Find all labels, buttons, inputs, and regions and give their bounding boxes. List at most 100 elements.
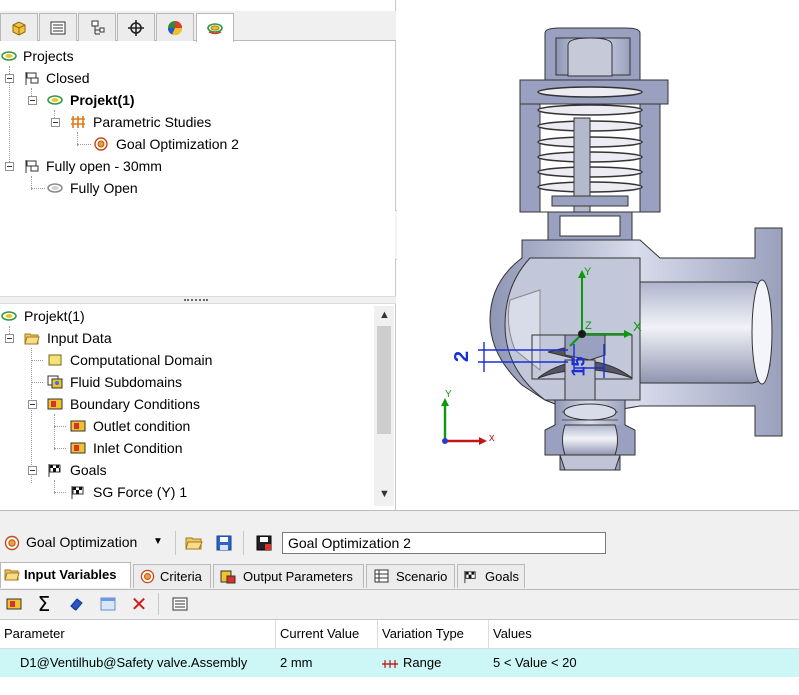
column-header-values[interactable]: Values	[489, 620, 799, 648]
panel-tab-strip	[0, 11, 396, 42]
tab-output-parameters[interactable]: Output Parameters	[213, 564, 364, 588]
tree-scrollbar[interactable]: ▲ ▼	[374, 306, 394, 506]
collapse-toggle[interactable]	[5, 74, 14, 83]
open-folder-icon	[4, 569, 20, 581]
table-row[interactable]: D1@Ventilhub@Safety valve.Assembly 2 mm …	[0, 649, 799, 677]
save-icon	[216, 535, 232, 551]
tree-item-goals[interactable]: Goals	[0, 459, 370, 481]
column-header-current-value[interactable]: Current Value	[276, 620, 378, 648]
tab-label: Scenario	[396, 569, 448, 584]
study-type-dropdown[interactable]: Goal Optimization ▼	[2, 532, 170, 554]
cell-variation-type[interactable]: Range	[403, 650, 441, 676]
boundary-condition-icon	[47, 398, 63, 410]
collapse-toggle[interactable]	[28, 96, 37, 105]
tree-item-input-data[interactable]: Input Data	[0, 327, 370, 349]
target-icon	[94, 137, 108, 151]
configuration-flag-icon	[25, 160, 39, 173]
tab-label: Criteria	[160, 569, 202, 584]
tree-item-projekt1-root[interactable]: Projekt(1)	[0, 305, 370, 327]
tree-item-fully-open[interactable]: Fully Open	[0, 177, 380, 199]
study-name-input[interactable]: Goal Optimization 2	[282, 532, 606, 554]
edit-button[interactable]	[66, 594, 86, 614]
tab-property-manager[interactable]	[39, 13, 77, 41]
sum-button[interactable]: Σ	[34, 594, 54, 614]
save-button[interactable]	[214, 533, 234, 553]
config-tree-icon	[91, 20, 105, 34]
delete-button[interactable]: ✕	[129, 594, 149, 614]
collapse-toggle[interactable]	[28, 466, 37, 475]
collapse-toggle[interactable]	[28, 400, 37, 409]
tree-item-outlet-condition[interactable]: Outlet condition	[0, 415, 370, 437]
safety-valve-section-view	[441, 27, 783, 471]
tab-label: Goals	[485, 569, 519, 584]
tree-item-projects[interactable]: Projects	[0, 45, 380, 67]
tab-input-variables[interactable]: Input Variables	[0, 562, 131, 588]
fluid-subdomain-icon	[47, 375, 63, 389]
dimension-value-d1[interactable]: 2	[451, 351, 474, 362]
columns-button[interactable]	[170, 594, 190, 614]
tree-label: SG Force (Y) 1	[93, 484, 188, 500]
tree-label: Closed	[46, 70, 90, 86]
tab-criteria[interactable]: Criteria	[133, 564, 211, 588]
tab-display-manager[interactable]	[156, 13, 194, 41]
table-view-button[interactable]	[98, 594, 118, 614]
collapse-toggle[interactable]	[51, 118, 60, 127]
tab-flow-simulation[interactable]	[196, 13, 234, 42]
scroll-down-arrow[interactable]: ▼	[379, 488, 390, 500]
tree-label: Inlet Condition	[93, 440, 183, 456]
tab-dimxpert[interactable]	[117, 13, 155, 41]
tree-item-fully-open-30mm[interactable]: Fully open - 30mm	[0, 155, 380, 177]
flow-project-icon	[47, 95, 63, 105]
scroll-up-arrow[interactable]: ▲	[379, 309, 390, 321]
tree-item-boundary-conditions[interactable]: Boundary Conditions	[0, 393, 370, 415]
view-triad	[441, 398, 487, 445]
graphics-viewport[interactable]: 2 15 Y X Z Y x	[397, 0, 799, 510]
part-icon	[12, 20, 26, 36]
save-as-button[interactable]	[254, 533, 274, 553]
tree-item-closed[interactable]: Closed	[0, 67, 380, 89]
close-icon: ✕	[130, 592, 148, 616]
list-icon	[172, 597, 188, 611]
open-folder-button[interactable]	[184, 533, 204, 553]
parametric-grid-icon	[71, 116, 85, 128]
tab-goals[interactable]: Goals	[457, 564, 525, 588]
boundary-condition-icon	[70, 420, 86, 432]
flow-simulation-icon	[1, 51, 17, 61]
tree-label: Fluid Subdomains	[70, 374, 183, 390]
tree-label: Input Data	[47, 330, 112, 346]
dimension-value-d2[interactable]: 15	[569, 356, 590, 376]
tree-label: Goal Optimization 2	[116, 136, 239, 152]
axis-label-y: Y	[584, 266, 592, 278]
column-header-parameter[interactable]: Parameter	[0, 620, 276, 648]
tree-item-inlet-condition[interactable]: Inlet Condition	[0, 437, 370, 459]
collapse-toggle[interactable]	[5, 334, 14, 343]
tree-item-parametric-studies[interactable]: Parametric Studies	[0, 111, 380, 133]
tab-configuration-manager[interactable]	[78, 13, 116, 41]
boundary-condition-icon	[70, 442, 86, 454]
panel-splitter[interactable]	[0, 296, 396, 304]
tab-label: Input Variables	[24, 567, 117, 582]
column-header-variation-type[interactable]: Variation Type	[378, 620, 489, 648]
tree-item-sg-force[interactable]: SG Force (Y) 1	[0, 481, 370, 503]
add-parameter-button[interactable]	[4, 594, 24, 614]
tree-item-computational-domain[interactable]: Computational Domain	[0, 349, 370, 371]
tree-item-projekt1[interactable]: Projekt(1)	[0, 89, 380, 111]
cell-values[interactable]: 5 < Value < 20	[493, 650, 577, 676]
study-type-label: Goal Optimization	[26, 534, 138, 550]
flow-simulation-icon	[207, 23, 223, 35]
open-folder-icon	[24, 333, 40, 345]
target-icon	[4, 535, 20, 551]
tab-scenario[interactable]: Scenario	[366, 564, 455, 588]
cell-parameter: D1@Ventilhub@Safety valve.Assembly	[20, 655, 248, 670]
tab-part[interactable]	[0, 13, 38, 41]
tree-label: Computational Domain	[70, 352, 213, 368]
triad-label-x: x	[489, 432, 495, 444]
scroll-thumb[interactable]	[377, 326, 391, 434]
tree-item-goal-optimization-2[interactable]: Goal Optimization 2	[0, 133, 380, 155]
axis-label-x: X	[633, 319, 642, 334]
tree-item-fluid-subdomains[interactable]: Fluid Subdomains	[0, 371, 370, 393]
tree-label: Fully Open	[70, 180, 138, 196]
axis-label-z: Z	[585, 320, 592, 332]
tree-label: Outlet condition	[93, 418, 191, 434]
collapse-toggle[interactable]	[5, 162, 14, 171]
